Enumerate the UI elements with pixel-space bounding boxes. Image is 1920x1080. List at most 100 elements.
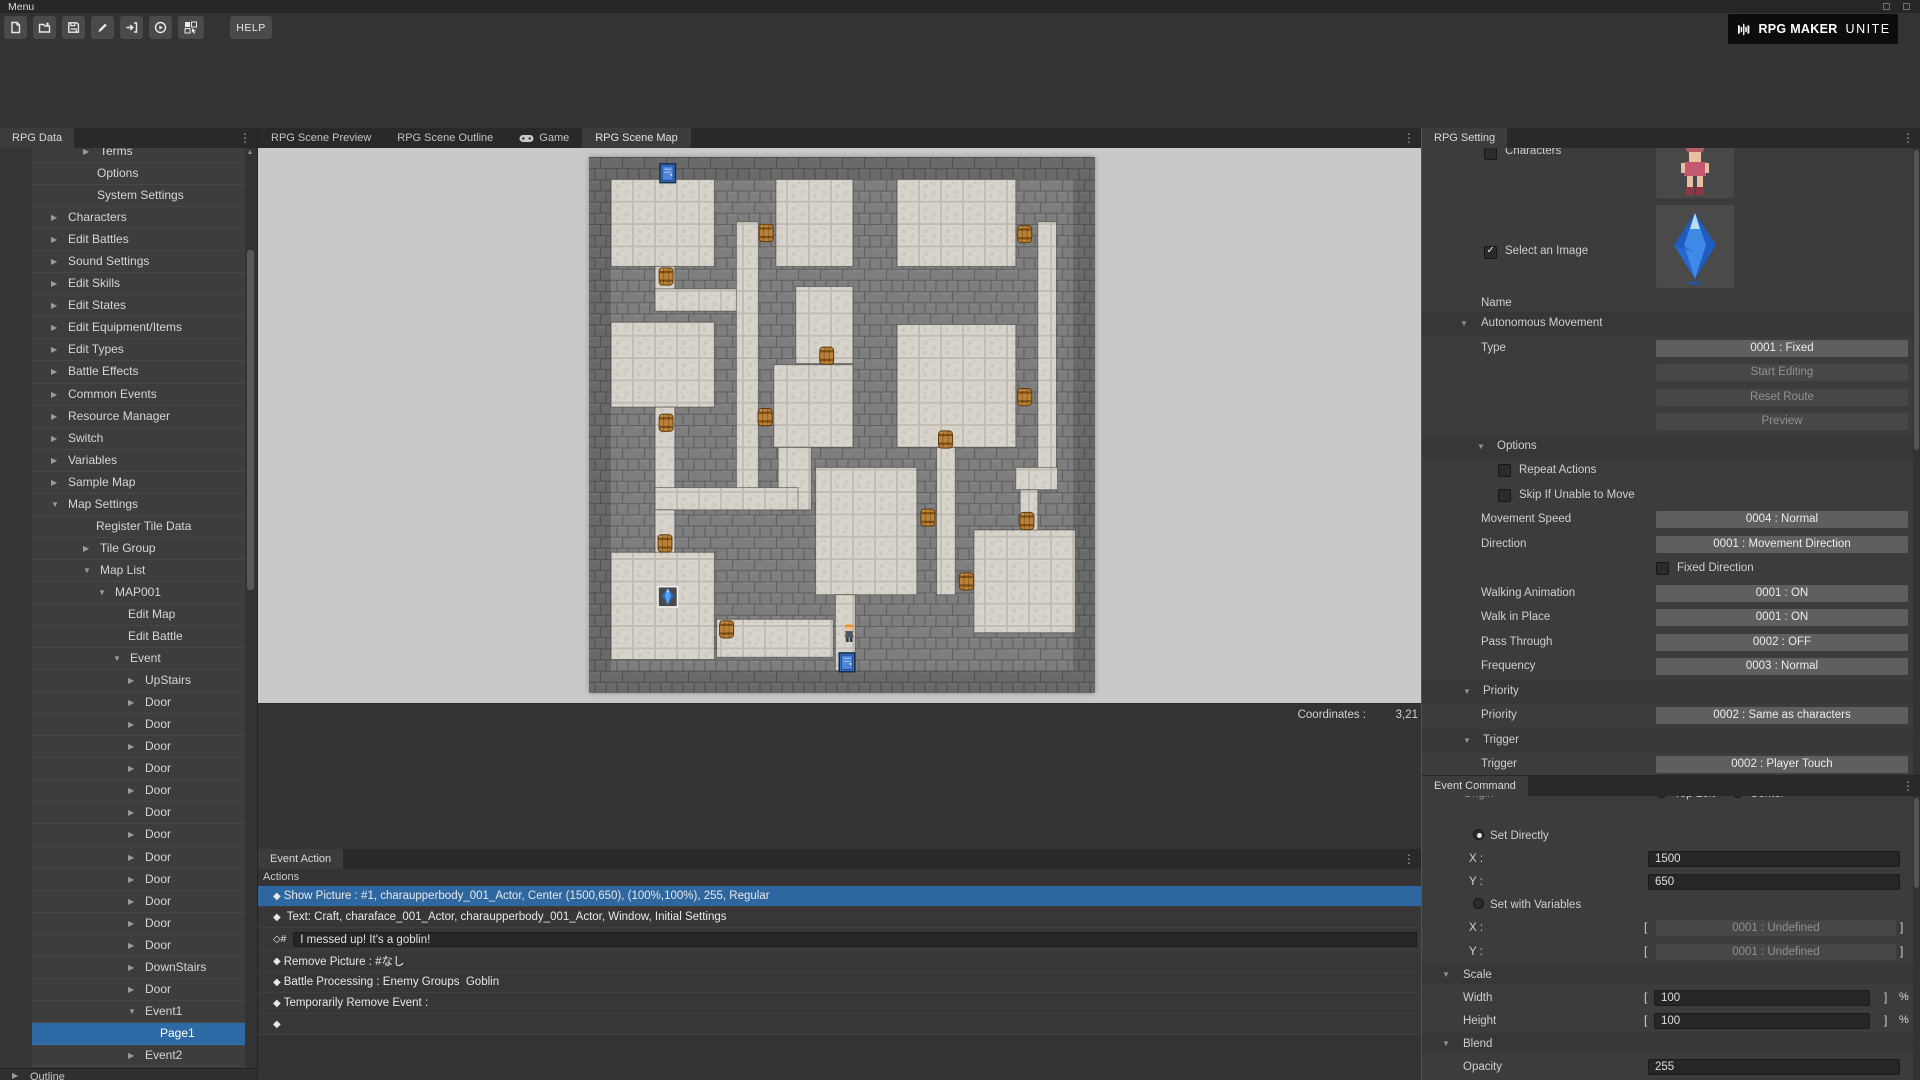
repeat-actions-checkbox[interactable]: [1498, 464, 1511, 477]
tree-item-register-tile-data[interactable]: Register Tile Data: [32, 516, 245, 538]
chevron-right-icon[interactable]: ▶: [128, 764, 134, 773]
width-input[interactable]: [1654, 990, 1870, 1006]
tree-scrollbar[interactable]: ▲: [245, 148, 257, 1068]
event-action-row[interactable]: ◆Battle Processing : Enemy Groups Goblin: [258, 972, 1421, 993]
chevron-right-icon[interactable]: ▶: [51, 456, 57, 465]
chevron-right-icon[interactable]: ▶: [51, 213, 57, 222]
set-directly-radio[interactable]: [1473, 829, 1484, 840]
play-button[interactable]: [149, 16, 172, 39]
tree-item-resource-manager[interactable]: ▶Resource Manager: [32, 406, 245, 428]
chevron-right-icon[interactable]: ▶: [51, 301, 57, 310]
tree-item-door[interactable]: ▶Door: [32, 979, 245, 1001]
window-restore-icon[interactable]: [1883, 3, 1890, 10]
tree-item-terms[interactable]: ▶Terms: [32, 148, 245, 163]
tree-item-downstairs[interactable]: ▶DownStairs: [32, 957, 245, 979]
characters-checkbox[interactable]: [1484, 148, 1497, 160]
chevron-right-icon[interactable]: ▶: [51, 279, 57, 288]
tree-item-options[interactable]: Options: [32, 163, 245, 185]
tree-item-event[interactable]: ▼Event: [32, 648, 245, 670]
tree-item-tile-group[interactable]: ▶Tile Group: [32, 538, 245, 560]
event-action-row[interactable]: ◆Remove Picture : #なし: [258, 951, 1421, 972]
menu-button[interactable]: Menu: [8, 1, 34, 13]
tree-item-door[interactable]: ▶Door: [32, 824, 245, 846]
tree-item-variables[interactable]: ▶Variables: [32, 450, 245, 472]
trigger-dropdown[interactable]: 0002 : Player Touch: [1656, 756, 1908, 773]
chevron-down-icon[interactable]: ▼: [83, 566, 91, 575]
start-editing-button[interactable]: Start Editing: [1656, 364, 1908, 381]
tree-item-door[interactable]: ▶Door: [32, 913, 245, 935]
chevron-right-icon[interactable]: ▶: [128, 1051, 134, 1060]
chevron-right-icon[interactable]: ▶: [128, 875, 134, 884]
tree-item-door[interactable]: ▶Door: [32, 780, 245, 802]
scene-view[interactable]: [258, 148, 1421, 703]
y-input[interactable]: [1648, 874, 1900, 890]
set-with-variables-radio[interactable]: [1473, 898, 1484, 909]
character-image-preview[interactable]: [1656, 148, 1734, 198]
tree-item-characters[interactable]: ▶Characters: [32, 207, 245, 229]
direction-dropdown[interactable]: 0001 : Movement Direction: [1656, 536, 1908, 553]
tab-rpg-scene-preview[interactable]: RPG Scene Preview: [258, 128, 384, 148]
event-command-scrollbar[interactable]: [1913, 796, 1920, 1080]
kebab-menu-icon[interactable]: ⋮: [1902, 779, 1914, 793]
layout-switch-button[interactable]: [178, 16, 204, 39]
tab-rpg-data[interactable]: RPG Data: [0, 128, 74, 148]
event-action-row[interactable]: ◆Temporarily Remove Event :: [258, 993, 1421, 1014]
walking-animation-dropdown[interactable]: 0001 : ON: [1656, 585, 1908, 602]
edit-button[interactable]: [91, 16, 114, 39]
window-close-icon[interactable]: [1903, 3, 1910, 10]
tree-item-map001[interactable]: ▼MAP001: [32, 582, 245, 604]
rpg-setting-scrollbar[interactable]: [1913, 148, 1920, 775]
fixed-direction-checkbox[interactable]: [1656, 562, 1669, 575]
frequency-dropdown[interactable]: 0003 : Normal: [1656, 658, 1908, 675]
event-action-row[interactable]: ◆ Text: Craft, charaface_001_Actor, char…: [258, 907, 1421, 928]
chevron-right-icon[interactable]: ▶: [51, 345, 57, 354]
tree-item-door[interactable]: ▶Door: [32, 869, 245, 891]
tab-game[interactable]: Game: [506, 128, 582, 148]
height-input[interactable]: [1654, 1013, 1870, 1029]
tab-rpg-setting[interactable]: RPG Setting: [1422, 128, 1507, 148]
tree-item-door[interactable]: ▶Door: [32, 714, 245, 736]
save-button[interactable]: [62, 16, 85, 39]
chevron-right-icon[interactable]: ▶: [51, 257, 57, 266]
select-image-checkbox[interactable]: [1484, 246, 1497, 259]
opacity-input[interactable]: [1648, 1059, 1900, 1075]
tree-item-door[interactable]: ▶Door: [32, 891, 245, 913]
collapse-icon[interactable]: ▼: [1463, 736, 1471, 745]
tab-rpg-scene-outline[interactable]: RPG Scene Outline: [384, 128, 506, 148]
chevron-down-icon[interactable]: ▼: [98, 588, 106, 597]
origin-top-left-radio[interactable]: [1656, 796, 1667, 798]
tree-item-event1[interactable]: ▼Event1: [32, 1001, 245, 1023]
tree-item-edit-battle[interactable]: Edit Battle: [32, 626, 245, 648]
chevron-right-icon[interactable]: ▶: [83, 148, 89, 156]
kebab-menu-icon[interactable]: ⋮: [1403, 852, 1415, 866]
chevron-down-icon[interactable]: ▼: [113, 654, 121, 663]
chevron-right-icon[interactable]: ▶: [128, 919, 134, 928]
tree-item-event2[interactable]: ▶Event2: [32, 1045, 245, 1067]
chevron-right-icon[interactable]: ▶: [83, 544, 89, 553]
tab-event-command[interactable]: Event Command: [1422, 776, 1528, 796]
tree-item-map-settings[interactable]: ▼Map Settings: [32, 494, 245, 516]
tree-item-door[interactable]: ▶Door: [32, 935, 245, 957]
event-action-row[interactable]: ◇#I messed up! It's a goblin!: [258, 928, 1421, 951]
chevron-right-icon[interactable]: ▶: [128, 698, 134, 707]
tree-item-upstairs[interactable]: ▶UpStairs: [32, 670, 245, 692]
walk-in-place-dropdown[interactable]: 0001 : ON: [1656, 609, 1908, 626]
x-input[interactable]: [1648, 851, 1900, 867]
import-button[interactable]: [120, 16, 143, 39]
chevron-right-icon[interactable]: ▶: [51, 434, 57, 443]
scroll-up-icon[interactable]: ▲: [245, 149, 255, 156]
collapse-icon[interactable]: ▼: [1460, 319, 1468, 328]
tree-item-door[interactable]: ▶Door: [32, 692, 245, 714]
tree-item-common-events[interactable]: ▶Common Events: [32, 384, 245, 406]
tree-item-edit-types[interactable]: ▶Edit Types: [32, 339, 245, 361]
scene-map-canvas[interactable]: [589, 157, 1095, 693]
chevron-right-icon[interactable]: ▶: [128, 853, 134, 862]
chevron-right-icon[interactable]: ▶: [128, 941, 134, 950]
chevron-right-icon[interactable]: ▶: [51, 235, 57, 244]
chevron-right-icon[interactable]: ▶: [51, 390, 57, 399]
chevron-right-icon[interactable]: ▶: [128, 985, 134, 994]
kebab-menu-icon[interactable]: ⋮: [1403, 131, 1415, 145]
tab-rpg-scene-map[interactable]: RPG Scene Map: [582, 128, 691, 148]
tree-item-door[interactable]: ▶Door: [32, 736, 245, 758]
tree-item-switch[interactable]: ▶Switch: [32, 428, 245, 450]
